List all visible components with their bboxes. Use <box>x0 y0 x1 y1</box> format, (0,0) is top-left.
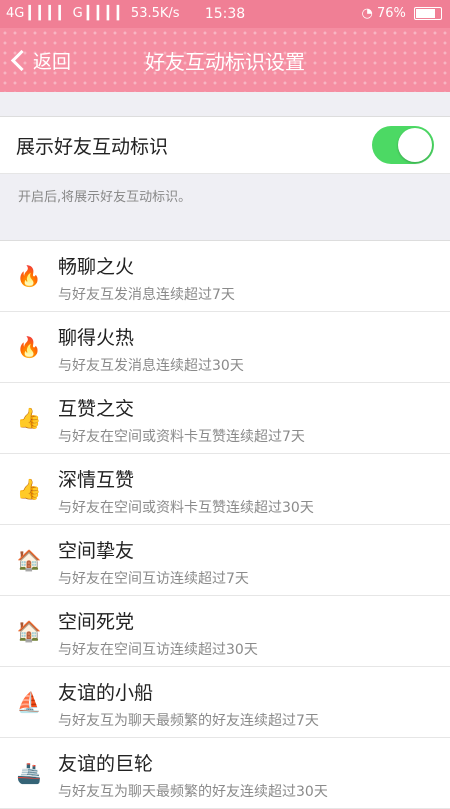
sailboat-icon: ⛵ <box>16 690 42 714</box>
show-badge-toggle[interactable] <box>372 126 434 164</box>
toggle-knob <box>398 128 432 162</box>
item-title: 聊得火热 <box>58 327 135 349</box>
battery-icon <box>414 7 442 20</box>
list-item: 🔥 畅聊之火与好友互发消息连续超过7天 <box>0 241 450 312</box>
show-badge-label: 展示好友互动标识 <box>16 136 169 158</box>
thumbs-up-icon: 👍 <box>16 406 42 430</box>
status-bar: 4G ▎▎▎▎ G ▎▎▎▎ 53.5K/s 15:38 ◔ 76% <box>0 0 450 28</box>
house-icon: 🏠 <box>16 548 42 572</box>
list-item: 🚢 友谊的巨轮与好友互为聊天最频繁的好友连续超过30天 <box>0 738 450 809</box>
item-title: 互赞之交 <box>58 398 135 420</box>
list-item: 🔥 聊得火热与好友互发消息连续超过30天 <box>0 312 450 383</box>
list-item: 👍 深情互赞与好友在空间或资料卡互赞连续超过30天 <box>0 454 450 525</box>
badge-list: 🔥 畅聊之火与好友互发消息连续超过7天 🔥 聊得火热与好友互发消息连续超过30天 👍 互赞… <box>0 240 450 809</box>
flame-big-icon: 🔥 <box>16 335 42 359</box>
item-description: 与好友在空间或资料卡互赞连续超过7天 <box>58 429 305 445</box>
list-item: 👍 互赞之交与好友在空间或资料卡互赞连续超过7天 <box>0 383 450 454</box>
item-description: 与好友在空间互访连续超过7天 <box>58 571 249 587</box>
list-item: 🏠 空间死党与好友在空间互访连续超过30天 <box>0 596 450 667</box>
item-description: 与好友互为聊天最频繁的好友连续超过7天 <box>58 713 319 729</box>
wifi-icon: ◔ <box>361 6 373 21</box>
list-item: ⛵ 友谊的小船与好友互为聊天最频繁的好友连续超过7天 <box>0 667 450 738</box>
hint-text: 开启后,将展示好友互动标识。 <box>18 190 192 205</box>
item-title: 友谊的小船 <box>58 682 154 704</box>
flame-small-icon: 🔥 <box>16 264 42 288</box>
ship-icon: 🚢 <box>16 761 42 785</box>
item-description: 与好友互发消息连续超过7天 <box>58 287 235 303</box>
item-title: 空间死党 <box>58 611 135 633</box>
item-description: 与好友在空间或资料卡互赞连续超过30天 <box>58 500 314 516</box>
page-title: 好友互动标识设置 <box>145 50 305 74</box>
list-item: 🏠 空间挚友与好友在空间互访连续超过7天 <box>0 525 450 596</box>
item-description: 与好友在空间互访连续超过30天 <box>58 642 258 658</box>
thumbs-heart-icon: 👍 <box>16 477 42 501</box>
item-description: 与好友互发消息连续超过30天 <box>58 358 244 374</box>
item-title: 深情互赞 <box>58 469 135 491</box>
item-title: 友谊的巨轮 <box>58 753 154 775</box>
battery-percent: 76% <box>376 6 406 21</box>
battery-status: ◔ 76% <box>361 6 442 21</box>
item-title: 空间挚友 <box>58 540 135 562</box>
house-bright-icon: 🏠 <box>16 619 42 643</box>
item-description: 与好友互为聊天最频繁的好友连续超过30天 <box>58 784 328 800</box>
title-bar: 返回 好友互动标识设置 <box>0 28 450 92</box>
item-title: 畅聊之火 <box>58 256 135 278</box>
show-badge-row: 展示好友互动标识 <box>0 116 450 174</box>
